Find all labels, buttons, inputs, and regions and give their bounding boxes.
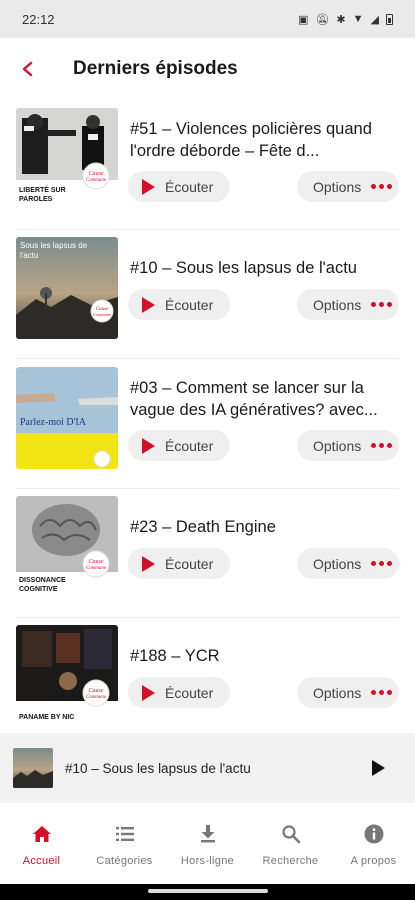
nav-item-search[interactable]: Recherche	[249, 803, 332, 884]
signal-icon: ◢	[370, 13, 379, 26]
options-button[interactable]: Options	[297, 548, 399, 579]
listen-label: Écouter	[165, 555, 214, 572]
episode-thumbnail[interactable]: Parlez-moi D'IA	[16, 367, 118, 469]
options-label: Options	[313, 178, 362, 195]
home-gesture-handle[interactable]	[148, 889, 268, 893]
more-dots-icon	[371, 443, 393, 448]
wifi-icon: ▼	[352, 13, 364, 25]
bluetooth-icon: ✱	[336, 13, 346, 26]
nav-label: A propos	[350, 855, 397, 867]
page-title: Derniers épisodes	[73, 58, 238, 79]
thumbnail-caption: DISSONANCE COGNITIVE	[19, 577, 66, 593]
nav-item-home[interactable]: Accueil	[0, 803, 83, 884]
listen-button[interactable]: Écouter	[128, 430, 230, 461]
mini-player-play-button[interactable]	[353, 760, 403, 776]
options-button[interactable]: Options	[297, 677, 399, 708]
nav-label: Accueil	[22, 855, 61, 867]
more-dots-icon	[371, 561, 393, 566]
listen-label: Écouter	[165, 684, 214, 701]
listen-label: Écouter	[165, 178, 214, 195]
nav-label: Recherche	[262, 855, 319, 867]
thumbnail-caption: PANAME BY NIC	[19, 714, 75, 721]
episode-item[interactable]: Cause Commune PANAME BY NIC #188 – YCR É…	[0, 617, 415, 747]
play-icon	[142, 555, 155, 572]
app-bar: Derniers épisodes	[0, 38, 415, 100]
options-button[interactable]: Options	[297, 289, 399, 320]
status-bar: 22:12 ▣ 🔕︎ ✱ ▼ ◢	[0, 0, 415, 38]
episode-item[interactable]: Cause Commune DISSONANCE COGNITIVE #23 –…	[0, 488, 415, 618]
back-arrow-icon	[22, 61, 33, 77]
svg-text:Commune: Commune	[93, 312, 111, 317]
back-button[interactable]	[0, 38, 56, 100]
svg-text:Cause: Cause	[89, 171, 104, 177]
svg-text:Commune: Commune	[86, 695, 107, 700]
play-icon	[142, 296, 155, 313]
options-button[interactable]: Options	[297, 171, 399, 202]
svg-text:Commune: Commune	[86, 566, 107, 571]
episode-item[interactable]: Cause Commune LIBERTÉ SUR PAROLES #51 – …	[0, 100, 415, 230]
nav-label: Hors-ligne	[180, 855, 235, 867]
svg-text:Cause: Cause	[89, 688, 104, 694]
nav-item-about[interactable]: A propos	[332, 803, 415, 884]
nfc-icon: ▣	[298, 13, 309, 26]
options-label: Options	[313, 437, 362, 454]
svg-text:Commune: Commune	[86, 178, 107, 183]
list-icon	[114, 823, 136, 845]
nav-label: Catégories	[96, 855, 153, 867]
thumbnail-caption: LIBERTÉ SUR PAROLES	[19, 187, 66, 203]
nav-item-offline[interactable]: Hors-ligne	[166, 803, 249, 884]
listen-button[interactable]: Écouter	[128, 171, 230, 202]
status-icons: ▣ 🔕︎ ✱ ▼ ◢	[298, 13, 393, 26]
episode-title[interactable]: #23 – Death Engine	[130, 516, 401, 538]
episode-thumbnail[interactable]: Cause Commune PANAME BY NIC	[16, 625, 118, 727]
bottom-navigation: Accueil Catégories Hors-ligne Recherche …	[0, 803, 415, 884]
listen-label: Écouter	[165, 296, 214, 313]
mini-player[interactable]: #10 – Sous les lapsus de l'actu	[0, 733, 415, 803]
listen-button[interactable]: Écouter	[128, 548, 230, 579]
nav-item-categories[interactable]: Catégories	[83, 803, 166, 884]
more-dots-icon	[371, 302, 393, 307]
now-playing-title[interactable]: #10 – Sous les lapsus de l'actu	[65, 761, 353, 776]
info-icon	[363, 823, 385, 845]
mute-icon: 🔕︎	[315, 13, 330, 26]
more-dots-icon	[371, 690, 393, 695]
episode-title[interactable]: #188 – YCR	[130, 645, 401, 667]
options-label: Options	[313, 296, 362, 313]
episode-thumbnail[interactable]: Cause Commune DISSONANCE COGNITIVE	[16, 496, 118, 598]
options-label: Options	[313, 555, 362, 572]
options-button[interactable]: Options	[297, 430, 399, 461]
system-gesture-bar	[0, 884, 415, 900]
thumbnail-caption: Sous les lapsus de l'actu	[20, 241, 88, 260]
episode-item[interactable]: Cause Commune Sous les lapsus de l'actu …	[0, 229, 415, 359]
battery-icon	[386, 13, 393, 25]
play-icon	[142, 178, 155, 195]
play-icon	[371, 760, 385, 776]
listen-button[interactable]: Écouter	[128, 677, 230, 708]
play-icon	[142, 437, 155, 454]
home-icon	[31, 823, 53, 845]
thumbnail-caption: Parlez-moi D'IA	[20, 417, 86, 428]
more-dots-icon	[371, 184, 393, 189]
episode-title[interactable]: #10 – Sous les lapsus de l'actu	[130, 257, 401, 279]
episode-thumbnail[interactable]: Cause Commune LIBERTÉ SUR PAROLES	[16, 108, 118, 210]
listen-label: Écouter	[165, 437, 214, 454]
download-icon	[197, 823, 219, 845]
listen-button[interactable]: Écouter	[128, 289, 230, 320]
svg-text:Cause: Cause	[89, 559, 104, 565]
episode-item[interactable]: Parlez-moi D'IA #03 – Comment se lancer …	[0, 359, 415, 489]
episode-title[interactable]: #51 – Violences policières quand l'ordre…	[130, 118, 401, 162]
options-label: Options	[313, 684, 362, 701]
search-icon	[280, 823, 302, 845]
status-time: 22:12	[22, 11, 55, 27]
mini-player-thumbnail	[13, 748, 53, 788]
play-icon	[142, 684, 155, 701]
episode-title[interactable]: #03 – Comment se lancer sur la vague des…	[130, 377, 401, 421]
episode-thumbnail[interactable]: Cause Commune Sous les lapsus de l'actu	[16, 237, 118, 339]
